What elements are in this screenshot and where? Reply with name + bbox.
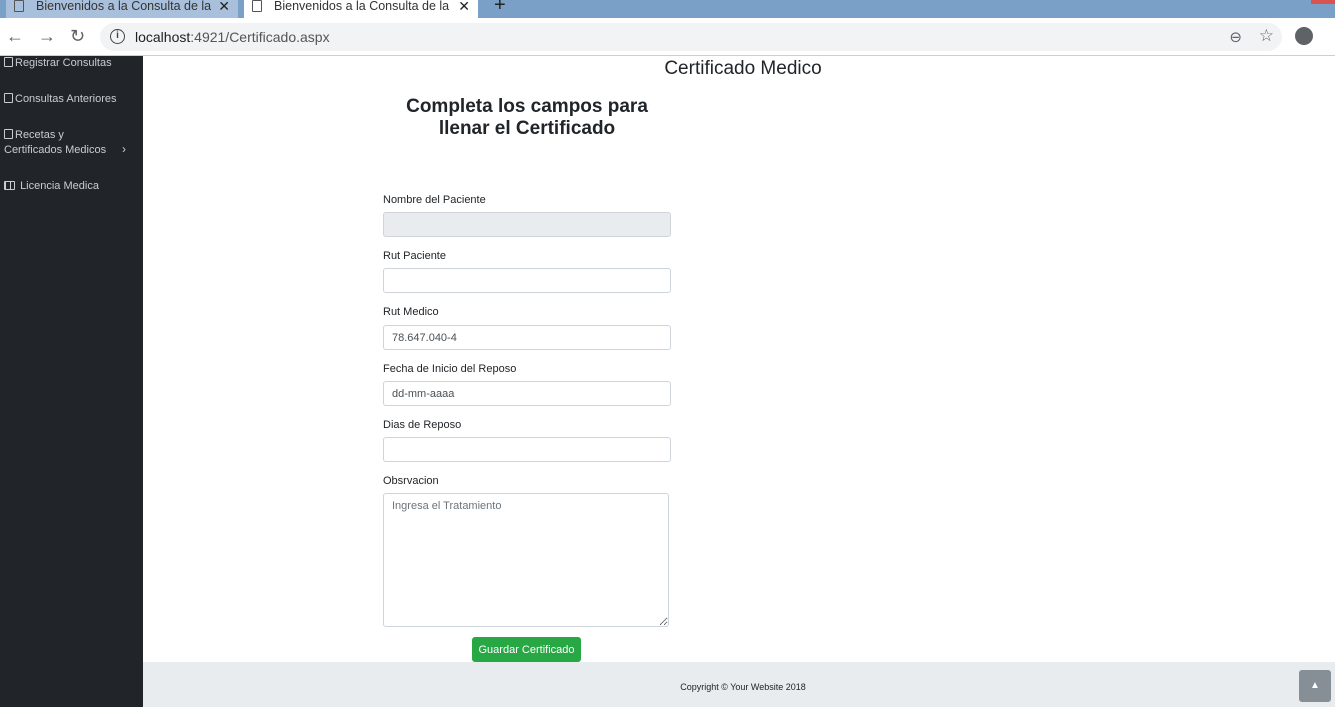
footer: Copyright © Your Website 2018 ▲	[143, 662, 1335, 707]
close-tab-icon[interactable]: ✕	[458, 0, 470, 15]
table-icon	[4, 181, 15, 190]
nombre-paciente-field[interactable]	[383, 212, 671, 237]
browser-toolbar: ← → ↻ i localhost:4921/Certificado.aspx …	[0, 18, 1335, 56]
profile-icon[interactable]	[1295, 27, 1313, 45]
close-tab-icon[interactable]: ✕	[218, 0, 230, 15]
observacion-label: Obsrvacion	[383, 475, 439, 487]
clipboard-icon	[4, 57, 13, 67]
window-close-edge[interactable]	[1311, 0, 1335, 4]
caret-up-icon: ▲	[1310, 680, 1320, 691]
nombre-label: Nombre del Paciente	[383, 194, 486, 206]
document-icon	[252, 0, 262, 12]
document-icon	[14, 0, 24, 12]
clipboard-icon	[4, 129, 13, 139]
copyright-text: Copyright © Your Website 2018	[680, 682, 806, 692]
browser-tab-2[interactable]: Bienvenidos a la Consulta de la D ✕	[244, 0, 478, 18]
fecha-inicio-field[interactable]	[383, 381, 671, 406]
info-icon[interactable]: i	[110, 29, 125, 44]
sidebar: Registrar Consultas Consultas Anteriores…	[0, 56, 143, 707]
guardar-certificado-button[interactable]: Guardar Certificado	[472, 637, 581, 662]
rut-paciente-label: Rut Paciente	[383, 250, 446, 262]
scroll-to-top-button[interactable]: ▲	[1299, 670, 1331, 702]
clipboard-icon	[4, 93, 13, 103]
back-icon[interactable]: ←	[6, 26, 24, 47]
sidebar-item-consultas-anteriores[interactable]: Consultas Anteriores	[4, 92, 117, 107]
dias-label: Dias de Reposo	[383, 419, 462, 431]
zoom-icon[interactable]: ⊖	[1229, 28, 1242, 46]
sidebar-item-registrar-consultas[interactable]: Registrar Consultas	[4, 56, 112, 71]
url-text[interactable]: localhost:4921/Certificado.aspx	[135, 29, 330, 45]
address-bar[interactable]: i localhost:4921/Certificado.aspx ⊖ ☆	[100, 23, 1282, 51]
rut-paciente-field[interactable]	[383, 268, 671, 293]
form-title: Completa los campos para llenar el Certi…	[406, 96, 648, 139]
fecha-label: Fecha de Inicio del Reposo	[383, 363, 517, 375]
sidebar-item-recetas[interactable]: Recetas y Certificados Medicos	[4, 128, 122, 158]
rut-medico-label: Rut Medico	[383, 306, 439, 318]
page-title: Certificado Medico	[664, 58, 822, 79]
dias-reposo-field[interactable]	[383, 437, 671, 462]
browser-tab-1[interactable]: Bienvenidos a la Consulta de la D ✕	[6, 0, 238, 18]
observacion-textarea[interactable]	[383, 493, 669, 627]
chevron-right-icon[interactable]: ›	[122, 142, 126, 156]
bookmark-star-icon[interactable]: ☆	[1259, 26, 1274, 46]
forward-icon[interactable]: →	[38, 26, 56, 47]
reload-icon[interactable]: ↻	[70, 26, 85, 47]
new-tab-icon[interactable]: +	[494, 0, 506, 17]
tab-title: Bienvenidos a la Consulta de la D	[274, 0, 453, 13]
browser-tabstrip: Bienvenidos a la Consulta de la D ✕ Bien…	[0, 0, 1335, 18]
tab-title: Bienvenidos a la Consulta de la D	[36, 0, 213, 13]
sidebar-item-licencia-medica[interactable]: Licencia Medica	[4, 179, 99, 194]
rut-medico-field[interactable]	[383, 325, 671, 350]
